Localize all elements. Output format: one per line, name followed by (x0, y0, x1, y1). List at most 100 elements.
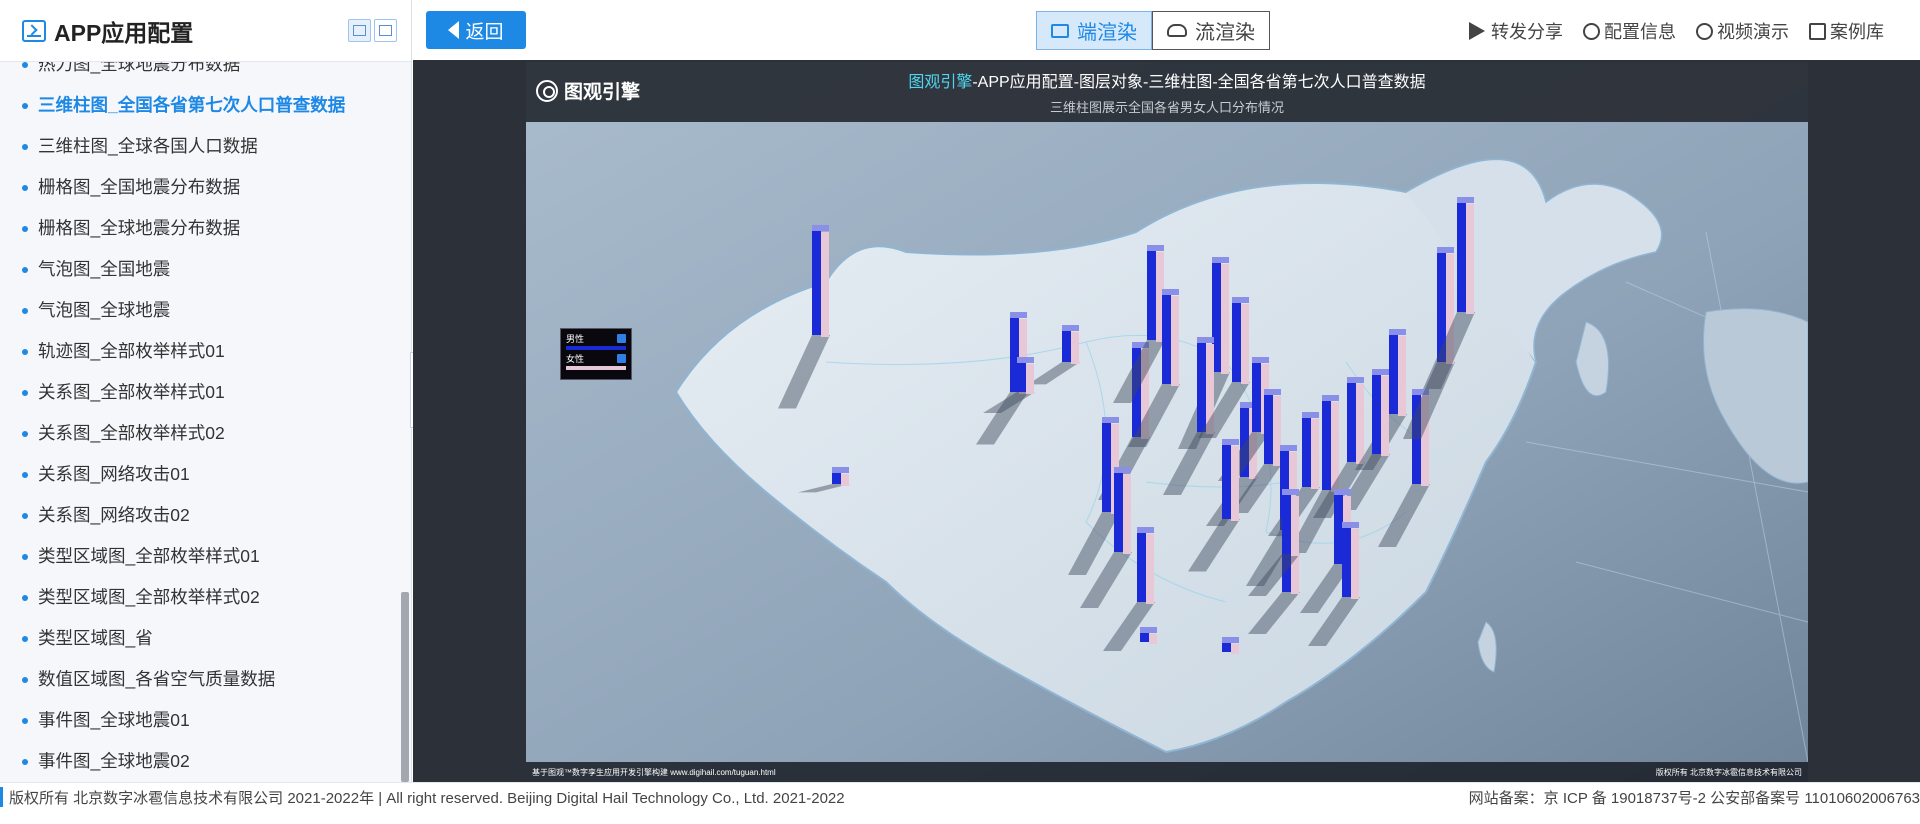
female-bar[interactable] (1146, 534, 1154, 604)
sidebar-scrollbar[interactable] (401, 592, 409, 782)
icp-record-text[interactable]: 网站备案：京 ICP 备 19018737号-2 公安部备案号 11010602… (1469, 787, 1920, 808)
sidebar-header: APP应用配置 (0, 0, 411, 62)
map-title-brand: 图观引擎 (908, 74, 973, 91)
case-library-link[interactable]: 案例库 (1809, 18, 1884, 44)
female-bar[interactable] (1071, 332, 1079, 364)
male-bar[interactable] (1302, 417, 1311, 487)
male-bar[interactable] (1162, 294, 1171, 384)
female-bar[interactable] (1231, 446, 1239, 521)
bar-cap (1010, 312, 1027, 318)
checkbox-icon[interactable] (617, 354, 626, 363)
config-info-label: 配置信息 (1604, 22, 1676, 42)
female-bar[interactable] (1291, 496, 1299, 556)
sidebar-item[interactable]: 气泡图_全球地震 (21, 298, 170, 322)
sidebar-item[interactable]: 栅格图_全国地震分布数据 (21, 175, 240, 199)
female-bar[interactable] (1381, 376, 1389, 456)
video-demo-link[interactable]: 视频演示 (1696, 18, 1789, 44)
male-bar[interactable] (1457, 202, 1466, 312)
cloud-icon (1167, 24, 1187, 37)
list-view-icon[interactable] (348, 19, 371, 42)
end-render-button[interactable]: 端渲染 (1036, 11, 1152, 50)
bar-cap (1389, 329, 1406, 335)
share-link[interactable]: 转发分享 (1469, 18, 1563, 44)
sidebar-item[interactable]: 数值区域图_各省空气质量数据 (21, 667, 275, 691)
male-bar[interactable] (1322, 400, 1331, 490)
sidebar-item[interactable]: 三维柱图_全球各国人口数据 (22, 134, 258, 158)
sidebar-item[interactable]: 类型区域图_全部枚举样式01 (22, 544, 260, 568)
sidebar-item[interactable]: 关系图_网络攻击01 (22, 462, 190, 486)
bar-cap (812, 225, 829, 231)
male-bar[interactable] (1062, 330, 1071, 362)
map-title: 图观引擎-APP应用配置-图层对象-三维柱图-全国各省第七次人口普查数据 (526, 68, 1808, 92)
bar-cap (1140, 627, 1157, 633)
male-bar[interactable] (1114, 472, 1123, 552)
female-bar[interactable] (1398, 336, 1406, 416)
legend-female-row[interactable]: 女性 (566, 353, 626, 364)
male-bar[interactable] (1137, 532, 1146, 602)
female-bar[interactable] (1221, 264, 1229, 374)
bar-cap (1282, 489, 1299, 495)
config-info-link[interactable]: 配置信息 (1583, 18, 1676, 44)
sidebar-item[interactable]: 事件图_全球地震01 (22, 708, 190, 732)
female-bar[interactable] (1311, 419, 1319, 489)
sidebar-item[interactable]: 关系图_全部枚举样式02 (22, 421, 225, 445)
legend-male-row[interactable]: 男性 (566, 333, 626, 344)
sidebar-item[interactable]: 类型区域图_省 (22, 626, 153, 650)
male-bar[interactable] (1102, 422, 1111, 512)
stream-render-button[interactable]: 流渲染 (1152, 11, 1270, 50)
male-bar[interactable] (1252, 362, 1261, 432)
male-bar[interactable] (1232, 302, 1241, 382)
map-header: 图观引擎 图观引擎-APP应用配置-图层对象-三维柱图-全国各省第七次人口普查数… (526, 62, 1808, 122)
female-bar[interactable] (1149, 634, 1157, 644)
female-bar[interactable] (1241, 304, 1249, 384)
bar-cap (1322, 395, 1339, 401)
sidebar-item[interactable]: 关系图_全部枚举样式01 (22, 380, 225, 404)
female-bar[interactable] (821, 232, 829, 337)
sidebar-item[interactable]: 气泡图_全国地震 (21, 257, 170, 281)
bar-cap (1114, 467, 1131, 473)
back-button[interactable]: 返回 (426, 11, 526, 49)
sidebar-list: 热力图_全球地震分布数据 三维柱图_全国各省第七次人口普查数据 三维柱图_全球各… (0, 62, 399, 782)
sidebar-item[interactable]: 栅格图_全球地震分布数据 (21, 216, 240, 240)
female-bar[interactable] (841, 474, 849, 486)
female-bar[interactable] (1466, 204, 1474, 314)
male-bar[interactable] (1342, 527, 1351, 597)
male-bar[interactable] (1389, 334, 1398, 414)
male-bar[interactable] (1222, 444, 1231, 519)
male-bar[interactable] (1017, 362, 1026, 392)
female-bar[interactable] (1123, 474, 1131, 554)
sidebar-item[interactable]: 事件图_全球地震02 (22, 749, 190, 773)
male-bar[interactable] (1147, 250, 1156, 340)
map-viewport[interactable]: 图观引擎 图观引擎-APP应用配置-图层对象-三维柱图-全国各省第七次人口普查数… (526, 62, 1808, 782)
sidebar-item[interactable]: 类型区域图_全部枚举样式02 (22, 585, 260, 609)
sidebar-item-active[interactable]: 三维柱图_全国各省第七次人口普查数据 (21, 93, 345, 117)
female-bar[interactable] (1356, 384, 1364, 464)
male-bar[interactable] (1334, 494, 1343, 564)
bar-cap (1342, 522, 1359, 528)
male-bar[interactable] (1140, 632, 1149, 642)
male-bar[interactable] (1347, 382, 1356, 462)
male-bar[interactable] (1372, 374, 1381, 454)
male-bar[interactable] (1264, 394, 1273, 464)
female-bar[interactable] (1351, 529, 1359, 599)
play-icon (1696, 22, 1713, 40)
stream-render-label: 流渲染 (1195, 22, 1255, 44)
male-bar[interactable] (812, 230, 821, 335)
male-bar[interactable] (1222, 642, 1231, 652)
legend-male-label: 男性 (566, 334, 585, 344)
male-bar[interactable] (832, 472, 841, 484)
sidebar-item[interactable]: 热力图_全球地震分布数据 (21, 62, 240, 76)
sidebar-item[interactable]: 轨迹图_全部枚举样式01 (22, 339, 225, 363)
checkbox-icon[interactable] (617, 334, 626, 343)
female-bar[interactable] (1026, 364, 1034, 394)
male-bar[interactable] (1282, 494, 1291, 554)
female-bar[interactable] (1171, 296, 1179, 386)
sidebar-item[interactable]: 关系图_网络攻击02 (22, 503, 190, 527)
male-bar[interactable] (1197, 342, 1206, 432)
female-bar[interactable] (1273, 396, 1281, 466)
monitor-icon (1051, 23, 1069, 38)
image-view-icon[interactable] (374, 19, 397, 42)
back-button-label: 返回 (465, 21, 504, 43)
render-mode-group: 端渲染 流渲染 (1036, 11, 1270, 50)
female-bar[interactable] (1231, 644, 1239, 654)
